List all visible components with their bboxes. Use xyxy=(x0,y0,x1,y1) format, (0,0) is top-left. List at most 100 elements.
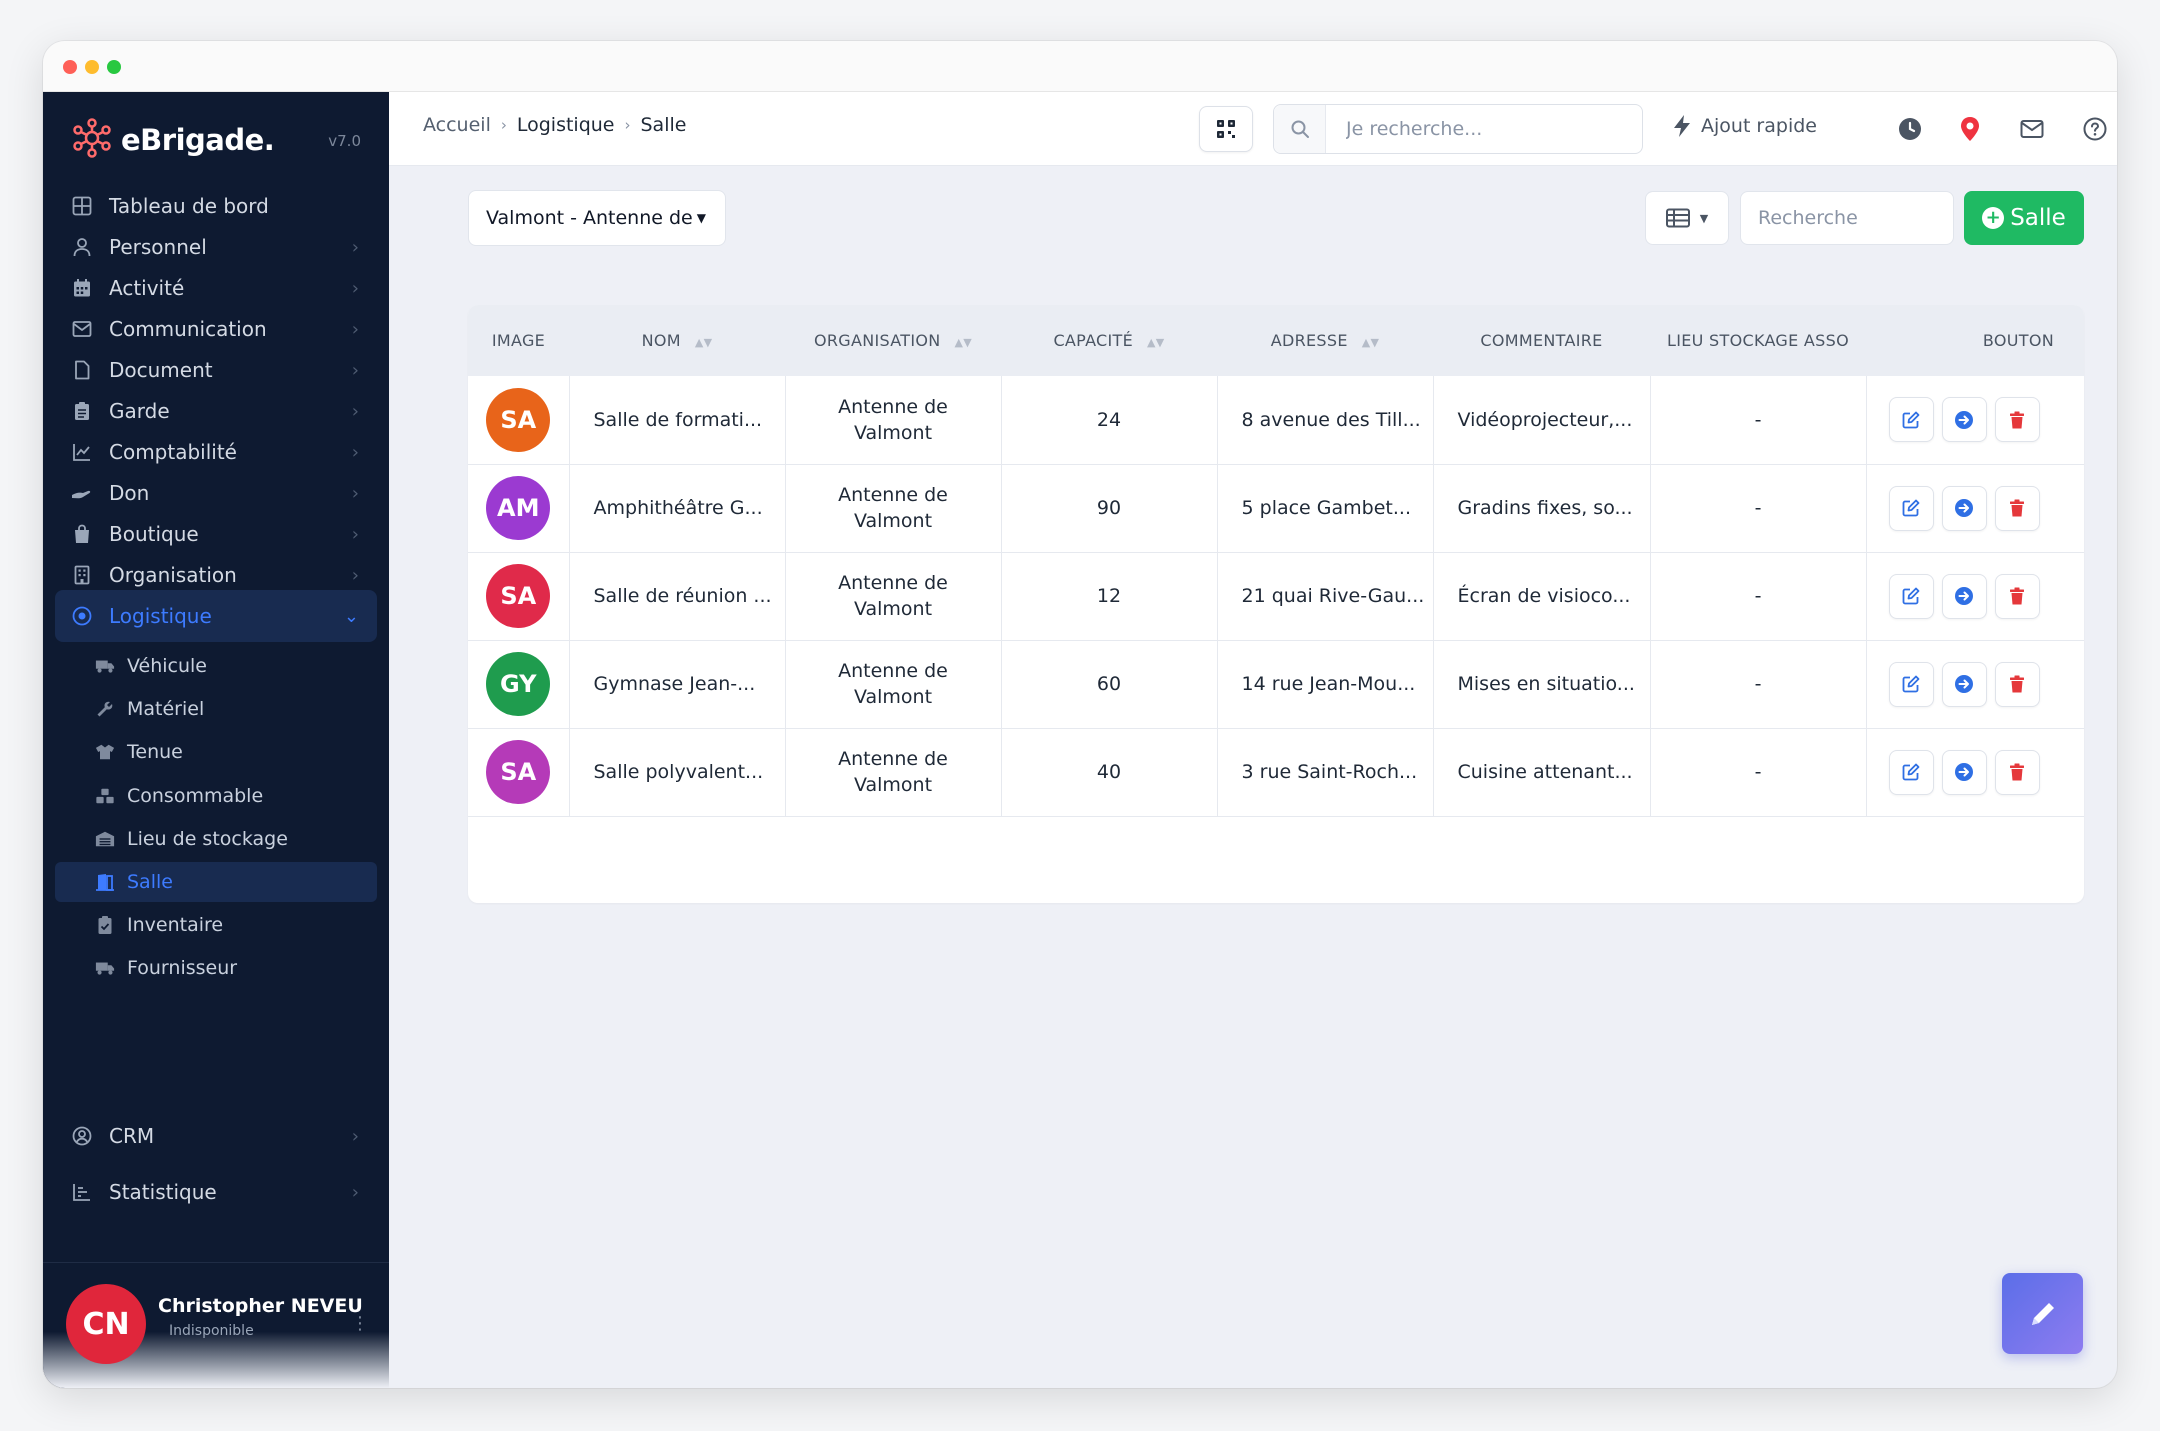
sort-icon[interactable]: ▲▼ xyxy=(1147,336,1165,349)
user-avatar[interactable]: CN xyxy=(66,1284,146,1364)
trash-icon xyxy=(2009,763,2025,781)
close-window-dot[interactable] xyxy=(63,60,77,74)
sidebar-subitem-label: Salle xyxy=(127,871,173,893)
edit-button[interactable] xyxy=(1888,397,1934,443)
delete-button[interactable] xyxy=(1994,397,2040,443)
sidebar-subitem-consommable[interactable]: Consommable xyxy=(55,776,377,816)
quick-add-label: Ajout rapide xyxy=(1701,115,1817,137)
salle-avatar[interactable]: SA xyxy=(486,564,551,628)
cell-commentaire: Mises en situatio... xyxy=(1433,640,1651,729)
cell-commentaire: Cuisine attenant... xyxy=(1433,728,1651,817)
table-row[interactable]: SA Salle polyvalent... Antenne de Valmont 4… xyxy=(468,728,2084,817)
trash-icon xyxy=(2009,411,2025,429)
edit-button[interactable] xyxy=(1888,485,1934,531)
add-salle-button[interactable]: + Salle xyxy=(1964,191,2084,245)
delete-button[interactable] xyxy=(1994,485,2040,531)
target-icon xyxy=(71,605,93,627)
breadcrumb-home[interactable]: Accueil xyxy=(423,114,491,136)
organisation-select-value: Valmont - Antenne de xyxy=(486,207,693,229)
open-button[interactable] xyxy=(1941,397,1987,443)
envelope-icon[interactable] xyxy=(2019,116,2045,142)
help-icon[interactable] xyxy=(2082,116,2108,142)
user-menu-icon[interactable]: ⋮ xyxy=(351,1313,369,1334)
salle-avatar[interactable]: GY xyxy=(486,652,551,716)
user-profile[interactable]: CN Christopher NEVEU Indisponible ⋮ xyxy=(43,1262,389,1388)
cell-organisation: Antenne de Valmont xyxy=(785,464,1002,553)
floating-edit-button[interactable] xyxy=(2002,1273,2083,1354)
column-header-capacite[interactable]: CAPACITÉ ▲▼ xyxy=(1001,305,1217,376)
trash-icon xyxy=(2009,499,2025,517)
open-button[interactable] xyxy=(1941,749,1987,795)
sort-icon[interactable]: ▲▼ xyxy=(695,336,713,349)
salle-table-card: IMAGE NOM ▲▼ ORGANISATION ▲▼ CAPACITÉ ▲▼ AD… xyxy=(468,305,2084,903)
minimize-window-dot[interactable] xyxy=(85,60,99,74)
sidebar-subitem-lieu-de-stockage[interactable]: Lieu de stockage xyxy=(55,819,377,859)
qr-code-icon xyxy=(1217,120,1235,138)
cell-lieu-stockage: - xyxy=(1650,640,1867,729)
brand-name: eBrigade. xyxy=(121,123,275,157)
salle-avatar[interactable]: SA xyxy=(486,740,551,804)
arrow-circle-right-icon xyxy=(1954,586,1974,606)
delete-button[interactable] xyxy=(1994,661,2040,707)
view-toggle-button[interactable]: ▼ xyxy=(1645,191,1729,245)
open-button[interactable] xyxy=(1941,661,1987,707)
cell-nom[interactable]: Salle polyvalent... xyxy=(569,728,786,817)
title-bar xyxy=(43,41,2117,92)
sort-icon[interactable]: ▲▼ xyxy=(1362,336,1380,349)
organisation-select[interactable]: Valmont - Antenne de ▼ xyxy=(468,190,726,246)
sidebar-subitem-materiel[interactable]: Matériel xyxy=(55,689,377,729)
table-row[interactable]: SA Salle de réunion ... Antenne de Valmont… xyxy=(468,552,2084,641)
salle-avatar[interactable]: AM xyxy=(486,476,551,540)
cell-nom[interactable]: Amphithéâtre G... xyxy=(569,464,786,553)
delete-button[interactable] xyxy=(1994,573,2040,619)
cell-organisation: Antenne de Valmont xyxy=(785,376,1002,465)
trash-icon xyxy=(2009,675,2025,693)
chevron-right-icon: › xyxy=(351,400,359,422)
open-button[interactable] xyxy=(1941,573,1987,619)
table-row[interactable]: AM Amphithéâtre G... Antenne de Valmont 90 5… xyxy=(468,464,2084,553)
salle-table: IMAGE NOM ▲▼ ORGANISATION ▲▼ CAPACITÉ ▲▼ AD… xyxy=(468,305,2084,817)
column-header-nom[interactable]: NOM ▲▼ xyxy=(569,305,785,376)
sidebar-subitem-label: Consommable xyxy=(127,785,264,807)
sidebar-subitem-salle[interactable]: Salle xyxy=(55,862,377,902)
location-pin-icon[interactable] xyxy=(1957,116,1983,142)
breadcrumb-logistique[interactable]: Logistique xyxy=(517,114,615,136)
chart-line-icon xyxy=(71,441,93,463)
cell-nom[interactable]: Salle de formati... xyxy=(569,376,786,465)
table-row[interactable]: GY Gymnase Jean-... Antenne de Valmont 60 14… xyxy=(468,640,2084,729)
sidebar-item-logistique[interactable]: Logistique ⌄ xyxy=(55,590,377,642)
quick-add-button[interactable]: Ajout rapide xyxy=(1671,114,1817,138)
delete-button[interactable] xyxy=(1994,749,2040,795)
maximize-window-dot[interactable] xyxy=(107,60,121,74)
column-header-organisation[interactable]: ORGANISATION ▲▼ xyxy=(785,305,1001,376)
arrow-circle-right-icon xyxy=(1954,498,1974,518)
column-header-lieu-stockage[interactable]: LIEU STOCKAGE ASSO xyxy=(1650,305,1866,376)
salle-avatar[interactable]: SA xyxy=(486,387,551,452)
global-search-input[interactable] xyxy=(1346,118,1626,140)
brand-logo[interactable]: eBrigade. xyxy=(71,118,275,162)
arrow-circle-right-icon xyxy=(1954,762,1974,782)
history-icon[interactable] xyxy=(1897,116,1923,142)
sort-icon[interactable]: ▲▼ xyxy=(955,336,973,349)
column-header-adresse[interactable]: ADRESSE ▲▼ xyxy=(1217,305,1433,376)
sidebar-subitem-fournisseur[interactable]: Fournisseur xyxy=(55,948,377,988)
cell-nom[interactable]: Salle de réunion ... xyxy=(569,552,786,641)
sidebar-item-statistique[interactable]: Statistique › xyxy=(55,1166,377,1218)
edit-button[interactable] xyxy=(1888,749,1934,795)
column-header-commentaire[interactable]: COMMENTAIRE xyxy=(1433,305,1650,376)
qr-code-button[interactable] xyxy=(1199,106,1253,152)
sidebar-item-label: Comptabilité xyxy=(109,440,237,464)
sidebar-subitem-tenue[interactable]: Tenue xyxy=(55,732,377,772)
sidebar-subitem-inventaire[interactable]: Inventaire xyxy=(55,905,377,945)
cell-nom[interactable]: Gymnase Jean-... xyxy=(569,640,786,729)
global-search xyxy=(1273,104,1643,154)
open-button[interactable] xyxy=(1941,485,1987,531)
edit-button[interactable] xyxy=(1888,661,1934,707)
list-search-input[interactable] xyxy=(1740,191,1954,245)
cell-adresse: 14 rue Jean-Mou... xyxy=(1217,640,1434,729)
table-row[interactable]: SA Salle de formati... Antenne de Valmont 2… xyxy=(468,376,2084,465)
sidebar-subitem-vehicule[interactable]: Véhicule xyxy=(55,646,377,686)
edit-button[interactable] xyxy=(1888,573,1934,619)
sidebar-item-crm[interactable]: CRM › xyxy=(55,1110,377,1162)
column-header-image[interactable]: IMAGE xyxy=(468,305,569,376)
